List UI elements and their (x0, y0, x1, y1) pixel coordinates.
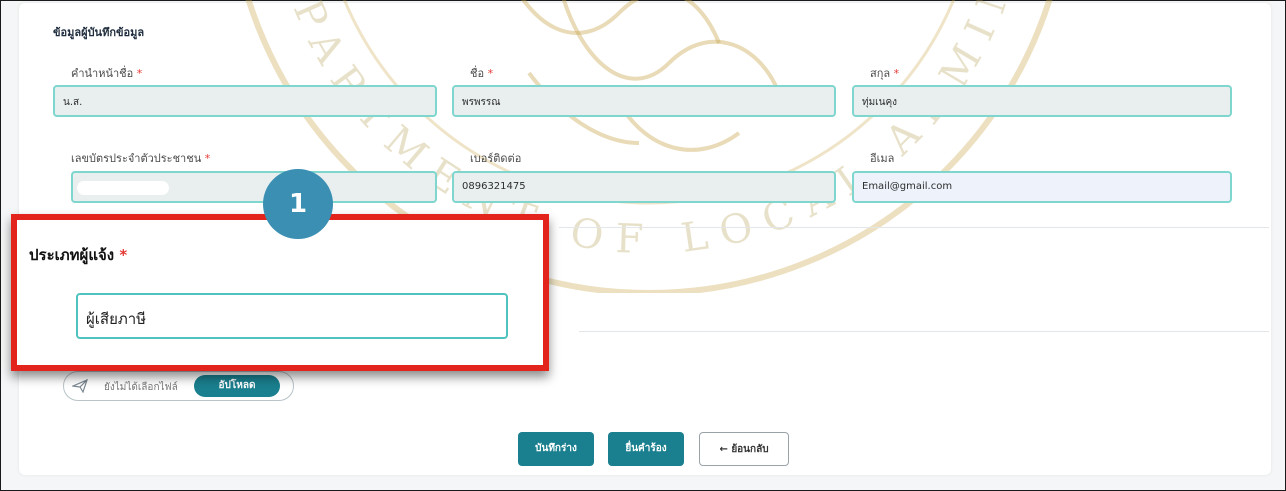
last-name-label-text: สกุล (870, 67, 891, 80)
redacted-value (77, 181, 169, 195)
id-card-label: เลขบัตรประจำตัวประชาชน * (71, 149, 210, 167)
reporter-type-field[interactable]: ผู้เสียภาษี (76, 293, 508, 339)
back-button[interactable]: ← ย้อนกลับ (699, 432, 789, 466)
section-title: ข้อมูลผู้บันทึกข้อมูล (53, 26, 145, 39)
last-name-field[interactable]: ทุ่มเนคุง (852, 85, 1232, 117)
file-upload-control: ยังไม่ได้เลือกไฟล์ อัปโหลด (63, 371, 294, 401)
first-name-label-text: ชื่อ (470, 67, 485, 80)
paper-plane-icon (72, 378, 88, 394)
first-name-label: ชื่อ * (470, 64, 493, 82)
prefix-label-text: คำนำหน้าชื่อ (71, 67, 134, 80)
phone-field[interactable]: 0896321475 (452, 171, 836, 203)
required-mark: * (204, 152, 211, 165)
email-label: อีเมล (870, 149, 894, 167)
email-field[interactable]: Email@gmail.com (852, 171, 1232, 203)
required-mark: * (136, 67, 143, 80)
section-divider (579, 331, 1269, 332)
prefix-field[interactable]: น.ส. (53, 85, 437, 117)
email-label-text: อีเมล (870, 152, 895, 165)
last-name-label: สกุล * (870, 64, 899, 82)
save-draft-button[interactable]: บันทึกร่าง (518, 432, 594, 466)
id-card-field[interactable] (71, 171, 437, 203)
required-mark: * (119, 246, 128, 264)
id-card-label-text: เลขบัตรประจำตัวประชาชน (71, 152, 202, 165)
upload-status: ยังไม่ได้เลือกไฟล์ (104, 382, 178, 393)
phone-label-text: เบอร์ติดต่อ (470, 152, 522, 165)
phone-label: เบอร์ติดต่อ (470, 149, 521, 167)
step-badge: 1 (263, 169, 333, 239)
section-divider (559, 227, 1269, 228)
first-name-field[interactable]: พรพรรณ (452, 85, 836, 117)
screenshot-frame: DEPARTMENT OF LOCAL ADMINISTRATION ข้อมู… (0, 0, 1286, 491)
reporter-type-label-text: ประเภทผู้แจ้ง (29, 246, 115, 264)
reporter-type-label: ประเภทผู้แจ้ง * (29, 243, 127, 267)
prefix-label: คำนำหน้าชื่อ * (71, 64, 142, 82)
required-mark: * (893, 67, 900, 80)
submit-button[interactable]: ยื่นคำร้อง (608, 432, 684, 466)
required-mark: * (487, 67, 494, 80)
upload-button[interactable]: อัปโหลด (194, 375, 280, 397)
